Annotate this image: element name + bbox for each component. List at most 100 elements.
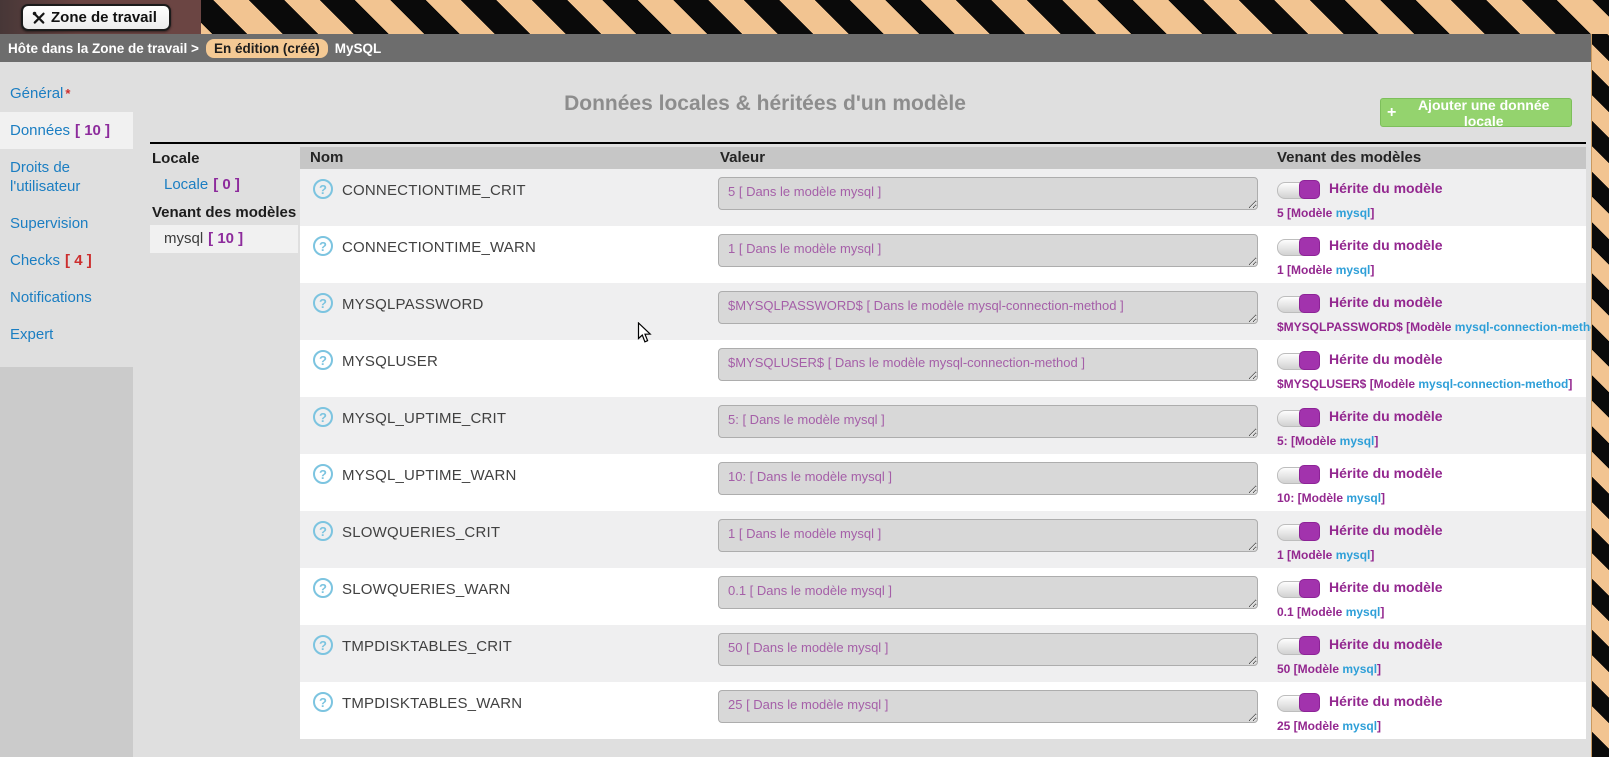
table-row: ? MYSQL_UPTIME_WARN Hérite du modèle 10:… <box>300 454 1586 511</box>
topbar-left-background: Zone de travail <box>0 0 201 34</box>
sidebar-item-donn-es[interactable]: Données[ 10 ] <box>0 112 133 149</box>
value-input[interactable] <box>718 234 1258 267</box>
inherit-toggle[interactable] <box>1277 467 1319 484</box>
help-icon[interactable]: ? <box>313 521 333 541</box>
origin-suffix: ] <box>1381 491 1385 505</box>
sidebar-item-count: [ 10 ] <box>75 122 110 139</box>
help-icon[interactable]: ? <box>313 293 333 313</box>
origin-value: 25 [Modèle mysql] <box>1277 719 1381 733</box>
tools-icon <box>31 10 47 26</box>
column-header-valeur: Valeur <box>720 149 765 166</box>
origin-model-link[interactable]: mysql <box>1342 662 1377 676</box>
inherit-toggle-label: Hérite du modèle <box>1329 351 1443 367</box>
origin-model-link[interactable]: mysql <box>1342 719 1377 733</box>
help-icon[interactable]: ? <box>313 179 333 199</box>
origin-model-link[interactable]: mysql <box>1336 206 1371 220</box>
value-input[interactable] <box>718 519 1258 552</box>
origin-prefix: 10: [Modèle <box>1277 491 1346 505</box>
help-icon[interactable]: ? <box>313 350 333 370</box>
origin-value: 1 [Modèle mysql] <box>1277 263 1374 277</box>
sidebar-item-droits-de-l-utilisateur[interactable]: Droits de l'utilisateur <box>0 149 133 205</box>
value-input[interactable] <box>718 291 1258 324</box>
help-icon[interactable]: ? <box>313 635 333 655</box>
inherit-toggle[interactable] <box>1277 695 1319 712</box>
filter-item-mysql[interactable]: mysql[ 10 ] <box>150 225 298 253</box>
inherit-toggle[interactable] <box>1277 239 1319 256</box>
value-input[interactable] <box>718 633 1258 666</box>
data-name-label: MYSQL_UPTIME_WARN <box>342 467 517 484</box>
workspace-button[interactable]: Zone de travail <box>21 4 171 31</box>
table-row: ? MYSQLPASSWORD Hérite du modèle $MYSQLP… <box>300 283 1586 340</box>
value-input[interactable] <box>718 462 1258 495</box>
origin-model-link[interactable]: mysql <box>1346 491 1381 505</box>
help-icon[interactable]: ? <box>313 692 333 712</box>
value-input[interactable] <box>718 690 1258 723</box>
inherit-toggle[interactable] <box>1277 353 1319 370</box>
inherit-toggle[interactable] <box>1277 410 1319 427</box>
origin-model-link[interactable]: mysql-connection-method <box>1455 320 1605 334</box>
data-table: Nom Valeur Venant des modèles ? CONNECTI… <box>300 147 1586 739</box>
table-row: ? MYSQLUSER Hérite du modèle $MYSQLUSER$… <box>300 340 1586 397</box>
value-input[interactable] <box>718 348 1258 381</box>
sidebar-item-checks[interactable]: Checks[ 4 ] <box>0 242 133 279</box>
origin-model-link[interactable]: mysql <box>1340 434 1375 448</box>
origin-prefix: 5 [Modèle <box>1277 206 1336 220</box>
origin-cell: Hérite du modèle 1 [Modèle mysql] <box>1277 226 1577 283</box>
origin-cell: Hérite du modèle $MYSQLUSER$ [Modèle mys… <box>1277 340 1577 397</box>
sidebar: Général* Données[ 10 ] Droits de l'utili… <box>0 62 133 757</box>
help-icon[interactable]: ? <box>313 236 333 256</box>
origin-prefix: $MYSQLUSER$ [Modèle <box>1277 377 1418 391</box>
help-icon[interactable]: ? <box>313 578 333 598</box>
inherit-toggle-knob <box>1299 180 1320 199</box>
origin-model-link[interactable]: mysql <box>1346 605 1381 619</box>
inherit-toggle-knob <box>1299 465 1320 484</box>
origin-prefix: 25 [Modèle <box>1277 719 1342 733</box>
value-input[interactable] <box>718 576 1258 609</box>
filter-item-mysql-count: [ 10 ] <box>208 230 243 247</box>
inherit-toggle[interactable] <box>1277 182 1319 199</box>
sidebar-item-count: [ 4 ] <box>65 252 92 269</box>
value-input[interactable] <box>718 177 1258 210</box>
origin-prefix: 1 [Modèle <box>1277 548 1336 562</box>
data-name-label: CONNECTIONTIME_WARN <box>342 239 536 256</box>
divider <box>150 142 1586 144</box>
filter-item-locale[interactable]: Locale[ 0 ] <box>150 171 298 199</box>
inherit-toggle-knob <box>1299 351 1320 370</box>
inherit-toggle-label: Hérite du modèle <box>1329 522 1443 538</box>
main-content: Données locales & héritées d'un modèle +… <box>133 62 1592 757</box>
inherit-toggle[interactable] <box>1277 581 1319 598</box>
table-body: ? CONNECTIONTIME_CRIT Hérite du modèle 5… <box>300 169 1586 739</box>
column-header-venant: Venant des modèles <box>1277 149 1421 166</box>
origin-cell: Hérite du modèle 10: [Modèle mysql] <box>1277 454 1577 511</box>
table-row: ? TMPDISKTABLES_WARN Hérite du modèle 25… <box>300 682 1586 739</box>
sidebar-item-expert[interactable]: Expert <box>0 316 133 353</box>
help-icon[interactable]: ? <box>313 464 333 484</box>
origin-model-link[interactable]: mysql <box>1336 548 1371 562</box>
inherit-toggle[interactable] <box>1277 638 1319 655</box>
sidebar-item-g-n-ral[interactable]: Général* <box>0 75 133 112</box>
value-input[interactable] <box>718 405 1258 438</box>
origin-cell: Hérite du modèle 0.1 [Modèle mysql] <box>1277 568 1577 625</box>
app-root: Zone de travail Hôte dans la Zone de tra… <box>0 0 1609 757</box>
inherit-toggle-label: Hérite du modèle <box>1329 237 1443 253</box>
inherit-toggle[interactable] <box>1277 296 1319 313</box>
sidebar-item-supervision[interactable]: Supervision <box>0 205 133 242</box>
inherit-toggle-label: Hérite du modèle <box>1329 465 1443 481</box>
origin-model-link[interactable]: mysql-connection-method <box>1418 377 1568 391</box>
origin-suffix: ] <box>1380 605 1384 619</box>
sidebar-footer <box>0 367 133 757</box>
origin-cell: Hérite du modèle 25 [Modèle mysql] <box>1277 682 1577 739</box>
sidebar-item-notifications[interactable]: Notifications <box>0 279 133 316</box>
origin-model-link[interactable]: mysql <box>1336 263 1371 277</box>
inherit-toggle-label: Hérite du modèle <box>1329 579 1443 595</box>
page-title: Données locales & héritées d'un modèle <box>150 92 1380 116</box>
inherit-toggle[interactable] <box>1277 524 1319 541</box>
inherit-toggle-knob <box>1299 408 1320 427</box>
origin-value: 5 [Modèle mysql] <box>1277 206 1374 220</box>
origin-prefix: 5: [Modèle <box>1277 434 1340 448</box>
help-icon[interactable]: ? <box>313 407 333 427</box>
inherit-toggle-label: Hérite du modèle <box>1329 693 1443 709</box>
add-local-data-button[interactable]: + Ajouter une donnée locale <box>1380 98 1572 127</box>
top-hazard-bar: Zone de travail <box>0 0 1609 34</box>
data-name-label: TMPDISKTABLES_CRIT <box>342 638 512 655</box>
